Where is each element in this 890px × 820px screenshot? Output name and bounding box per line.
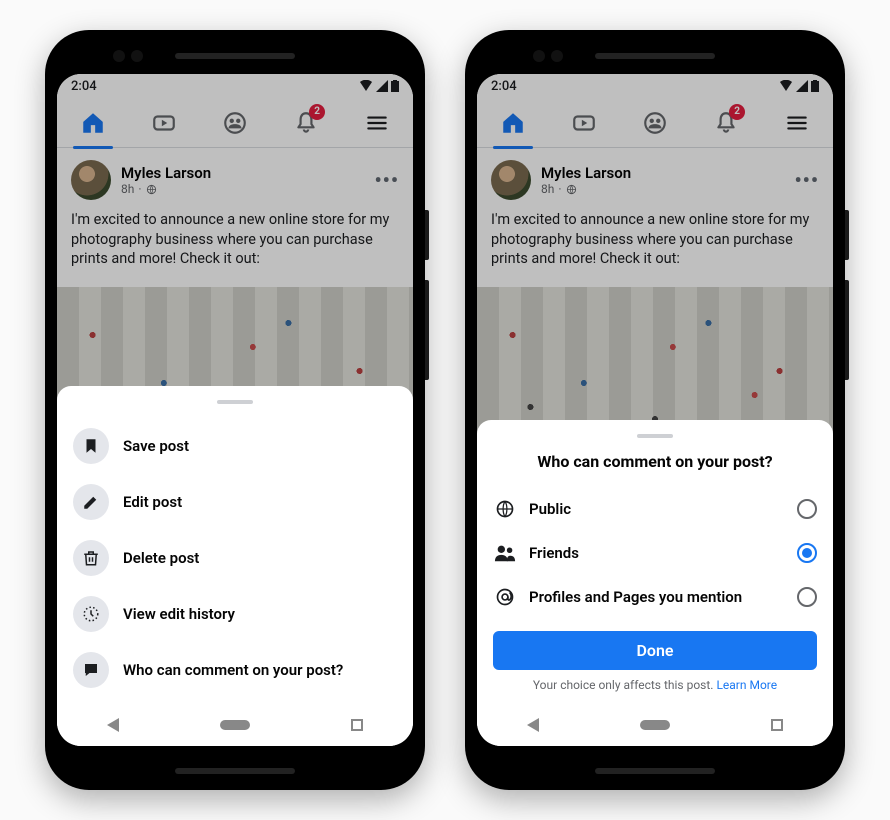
recents-button[interactable] [351,719,363,731]
sheet-footer: Your choice only affects this post. Lear… [493,678,817,692]
menu-item-edit-post[interactable]: Edit post [73,474,397,530]
radio-checked[interactable] [797,543,817,563]
sheet-title: Who can comment on your post? [493,452,817,471]
friends-icon [493,541,517,565]
pencil-icon [73,484,109,520]
radio-unchecked[interactable] [797,499,817,519]
bookmark-icon [73,428,109,464]
comment-icon [73,652,109,688]
phone-mockup-left: 2:04 2 [45,30,425,790]
history-icon [73,596,109,632]
android-nav-bar [477,704,833,746]
back-button[interactable] [527,718,539,732]
sheet-grabber[interactable] [637,434,673,438]
phone-mockup-right: 2:04 2 [465,30,845,790]
globe-icon [493,497,517,521]
trash-icon [73,540,109,576]
home-button[interactable] [640,720,670,730]
at-icon [493,585,517,609]
post-options-sheet: Save post Edit post Delete post View edi… [57,386,413,746]
done-button[interactable]: Done [493,631,817,670]
menu-item-delete-post[interactable]: Delete post [73,530,397,586]
learn-more-link[interactable]: Learn More [716,678,777,692]
menu-item-view-history[interactable]: View edit history [73,586,397,642]
option-mentions[interactable]: Profiles and Pages you mention [493,575,817,619]
comment-privacy-sheet: Who can comment on your post? Public Fri… [477,420,833,746]
menu-item-save-post[interactable]: Save post [73,418,397,474]
option-friends[interactable]: Friends [493,531,817,575]
option-public[interactable]: Public [493,487,817,531]
back-button[interactable] [107,718,119,732]
android-nav-bar [57,704,413,746]
recents-button[interactable] [771,719,783,731]
home-button[interactable] [220,720,250,730]
menu-item-who-can-comment[interactable]: Who can comment on your post? [73,642,397,698]
sheet-grabber[interactable] [217,400,253,404]
radio-unchecked[interactable] [797,587,817,607]
